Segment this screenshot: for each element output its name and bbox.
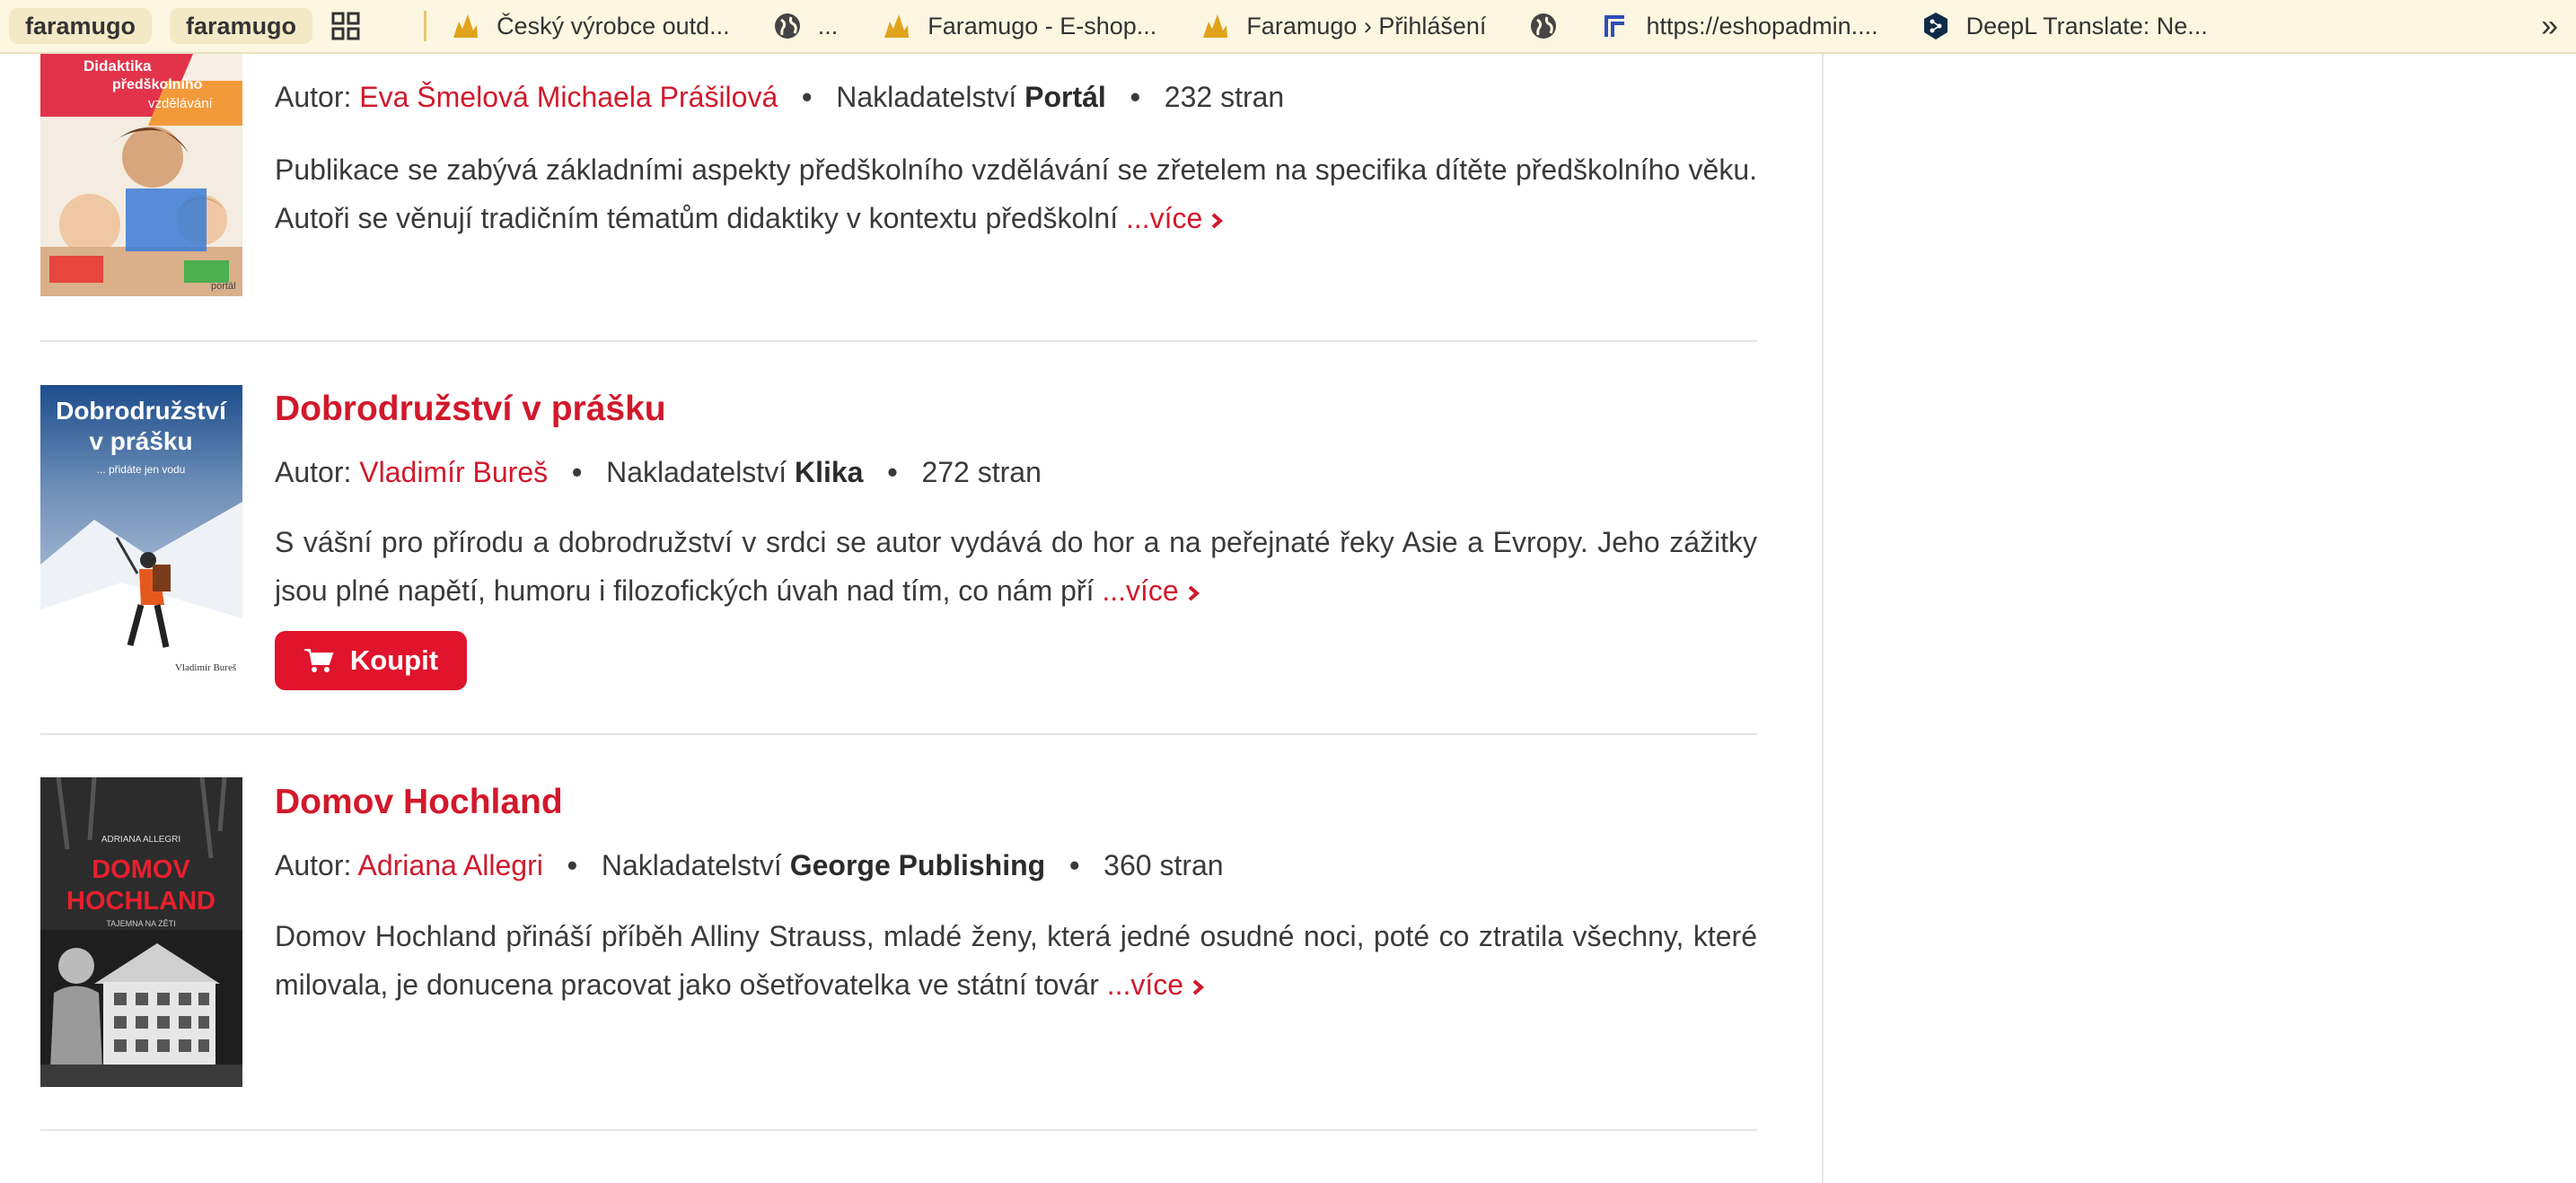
book-item: Dobrodružství v prášku ... přidáte jen v… [40,382,1757,690]
book-cover[interactable]: ADRIANA ALLEGRI DOMOV HOCHLAND TAJEMNA N… [40,777,242,1087]
author-label: Autor: [275,849,352,881]
bookmark-label: Faramugo › Přihlášení [1246,12,1487,39]
author-link[interactable]: Vladimír Bureš [359,456,548,488]
page-count: 360 stran [1103,849,1224,881]
cover-title: vzdělávání [148,96,214,111]
publisher-logo: portál [211,281,236,292]
description-text: Publikace se zabývá základními aspekty p… [275,153,1757,234]
book-meta: Autor: Vladimír Bureš • Nakladatelství K… [275,456,1042,489]
bookmark-folder-faramugo[interactable]: faramugo [9,8,153,44]
cover-title: v prášku [89,427,192,455]
content-column-border [1822,54,1824,1183]
book-cover[interactable]: Dobrodružství v prášku ... přidáte jen v… [40,385,242,682]
meta-separator: • [1130,81,1140,113]
chevron-right-icon [1212,213,1224,229]
book-info: Domov Hochland Autor: Adriana Allegri • … [275,777,1757,1087]
item-divider [40,340,1757,342]
cover-title: Dobrodružství [56,397,227,425]
cover-title: Didaktika [84,57,152,74]
globe-icon [1529,12,1558,40]
bookmark-cesky-vyrobce[interactable]: Český výrobce outd... [450,11,730,41]
description-text: S vášní pro přírodu a dobrodružství v sr… [275,526,1757,607]
deepl-icon [1921,11,1950,41]
eshop-admin-icon [1601,12,1630,40]
globe-icon [773,12,802,40]
book-description: S vášní pro přírodu a dobrodružství v sr… [275,518,1757,615]
more-link[interactable]: ...více [1126,202,1224,234]
cover-illustration: Dobrodružství v prášku ... přidáte jen v… [40,385,242,682]
bookmark-folder-faramugo-2[interactable]: faramugo [170,8,313,44]
more-link[interactable]: ...více [1107,968,1205,1001]
book-item: ADRIANA ALLEGRI DOMOV HOCHLAND TAJEMNA N… [40,777,1757,1087]
apps-button[interactable] [330,11,377,41]
bookmark-label: DeepL Translate: Ne... [1965,12,2208,39]
author-label: Autor: [275,81,352,113]
book-item: Didaktika předškolního vzdělávání portál… [40,54,1757,296]
page-count: 232 stran [1164,81,1285,113]
book-info: Dobrodružství v prášku Autor: Vladimír B… [275,382,1757,690]
publisher-name: Portál [1024,81,1106,113]
bookmark-label: Český výrobce outd... [497,12,730,39]
page-count: 272 stran [921,456,1042,488]
book-description: Domov Hochland přináší příběh Alliny Str… [275,912,1757,1009]
cover-title: předškolního [112,77,203,92]
bookmark-globe-2[interactable] [1529,12,1574,40]
bookmarks-separator [424,11,427,41]
bookmark-eshopadmin[interactable]: https://eshopadmin.... [1601,12,1878,40]
publisher-label: Nakladatelství [601,849,782,881]
buy-label: Koupit [349,644,439,676]
bookmark-faramugo-eshop[interactable]: Faramugo - E-shop... [881,11,1156,41]
apps-grid-icon [330,11,361,41]
book-cover[interactable]: Didaktika předškolního vzdělávání portál [40,54,242,296]
publisher-name: Klika [794,456,864,488]
book-description: Publikace se zabývá základními aspekty p… [275,145,1757,242]
buy-button[interactable]: Koupit [275,631,467,690]
cover-subtitle: TAJEMNA NA ZĚTI [106,919,175,928]
item-divider [40,1129,1757,1131]
description-text: Domov Hochland přináší příběh Alliny Str… [275,920,1757,1001]
more-bookmarks-chevron-icon[interactable]: » [2541,9,2558,44]
meta-separator: • [1069,849,1080,881]
book-info: Autor: Eva Šmelová Michaela Prášilová • … [275,54,1757,296]
book-title[interactable]: Domov Hochland [275,783,563,822]
bookmark-label: ... [817,12,839,39]
cover-illustration: ADRIANA ALLEGRI DOMOV HOCHLAND TAJEMNA N… [40,777,242,1087]
meta-separator: • [567,849,577,881]
author-link[interactable]: Eva Šmelová Michaela Prášilová [359,81,778,113]
bookmark-label: https://eshopadmin.... [1646,12,1878,39]
cover-illustration: Didaktika předškolního vzdělávání portál [40,54,242,296]
publisher-label: Nakladatelství [606,456,787,488]
bookmarks-bar: faramugo faramugo Český výrobce outd... … [0,0,2576,54]
publisher-name: George Publishing [789,849,1046,881]
author-label: Autor: [275,456,352,488]
chevron-right-icon [1188,585,1200,601]
more-label: ...více [1106,968,1184,1001]
bookmark-deepl[interactable]: DeepL Translate: Ne... [1921,11,2208,41]
bookmark-label: Faramugo - E-shop... [928,12,1157,39]
cover-author: Vladimír Bureš [175,662,236,673]
meta-separator: • [802,81,813,113]
cover-title: HOCHLAND [66,887,215,916]
book-meta: Autor: Adriana Allegri • Nakladatelství … [275,849,1224,882]
faramugo-logo-icon [450,11,480,41]
cover-title: DOMOV [92,855,190,884]
item-divider [40,733,1757,735]
bookmark-globe[interactable]: ... [773,12,839,40]
meta-separator: • [572,456,583,488]
author-link[interactable]: Adriana Allegri [358,849,543,881]
cover-author: ADRIANA ALLEGRI [101,835,180,845]
more-label: ...více [1102,574,1179,607]
meta-separator: • [887,456,898,488]
faramugo-logo-icon [1200,11,1230,41]
book-title[interactable]: Dobrodružství v prášku [275,390,666,429]
publisher-label: Nakladatelství [836,81,1017,113]
more-label: ...více [1125,202,1203,234]
book-meta: Autor: Eva Šmelová Michaela Prášilová • … [275,81,1284,114]
bookmark-faramugo-prihlaseni[interactable]: Faramugo › Přihlášení [1200,11,1486,41]
cover-subtitle: ... přidáte jen vodu [97,463,186,476]
cart-icon [303,649,334,672]
more-link[interactable]: ...více [1102,574,1200,607]
chevron-right-icon [1192,979,1205,995]
faramugo-logo-icon [881,11,911,41]
